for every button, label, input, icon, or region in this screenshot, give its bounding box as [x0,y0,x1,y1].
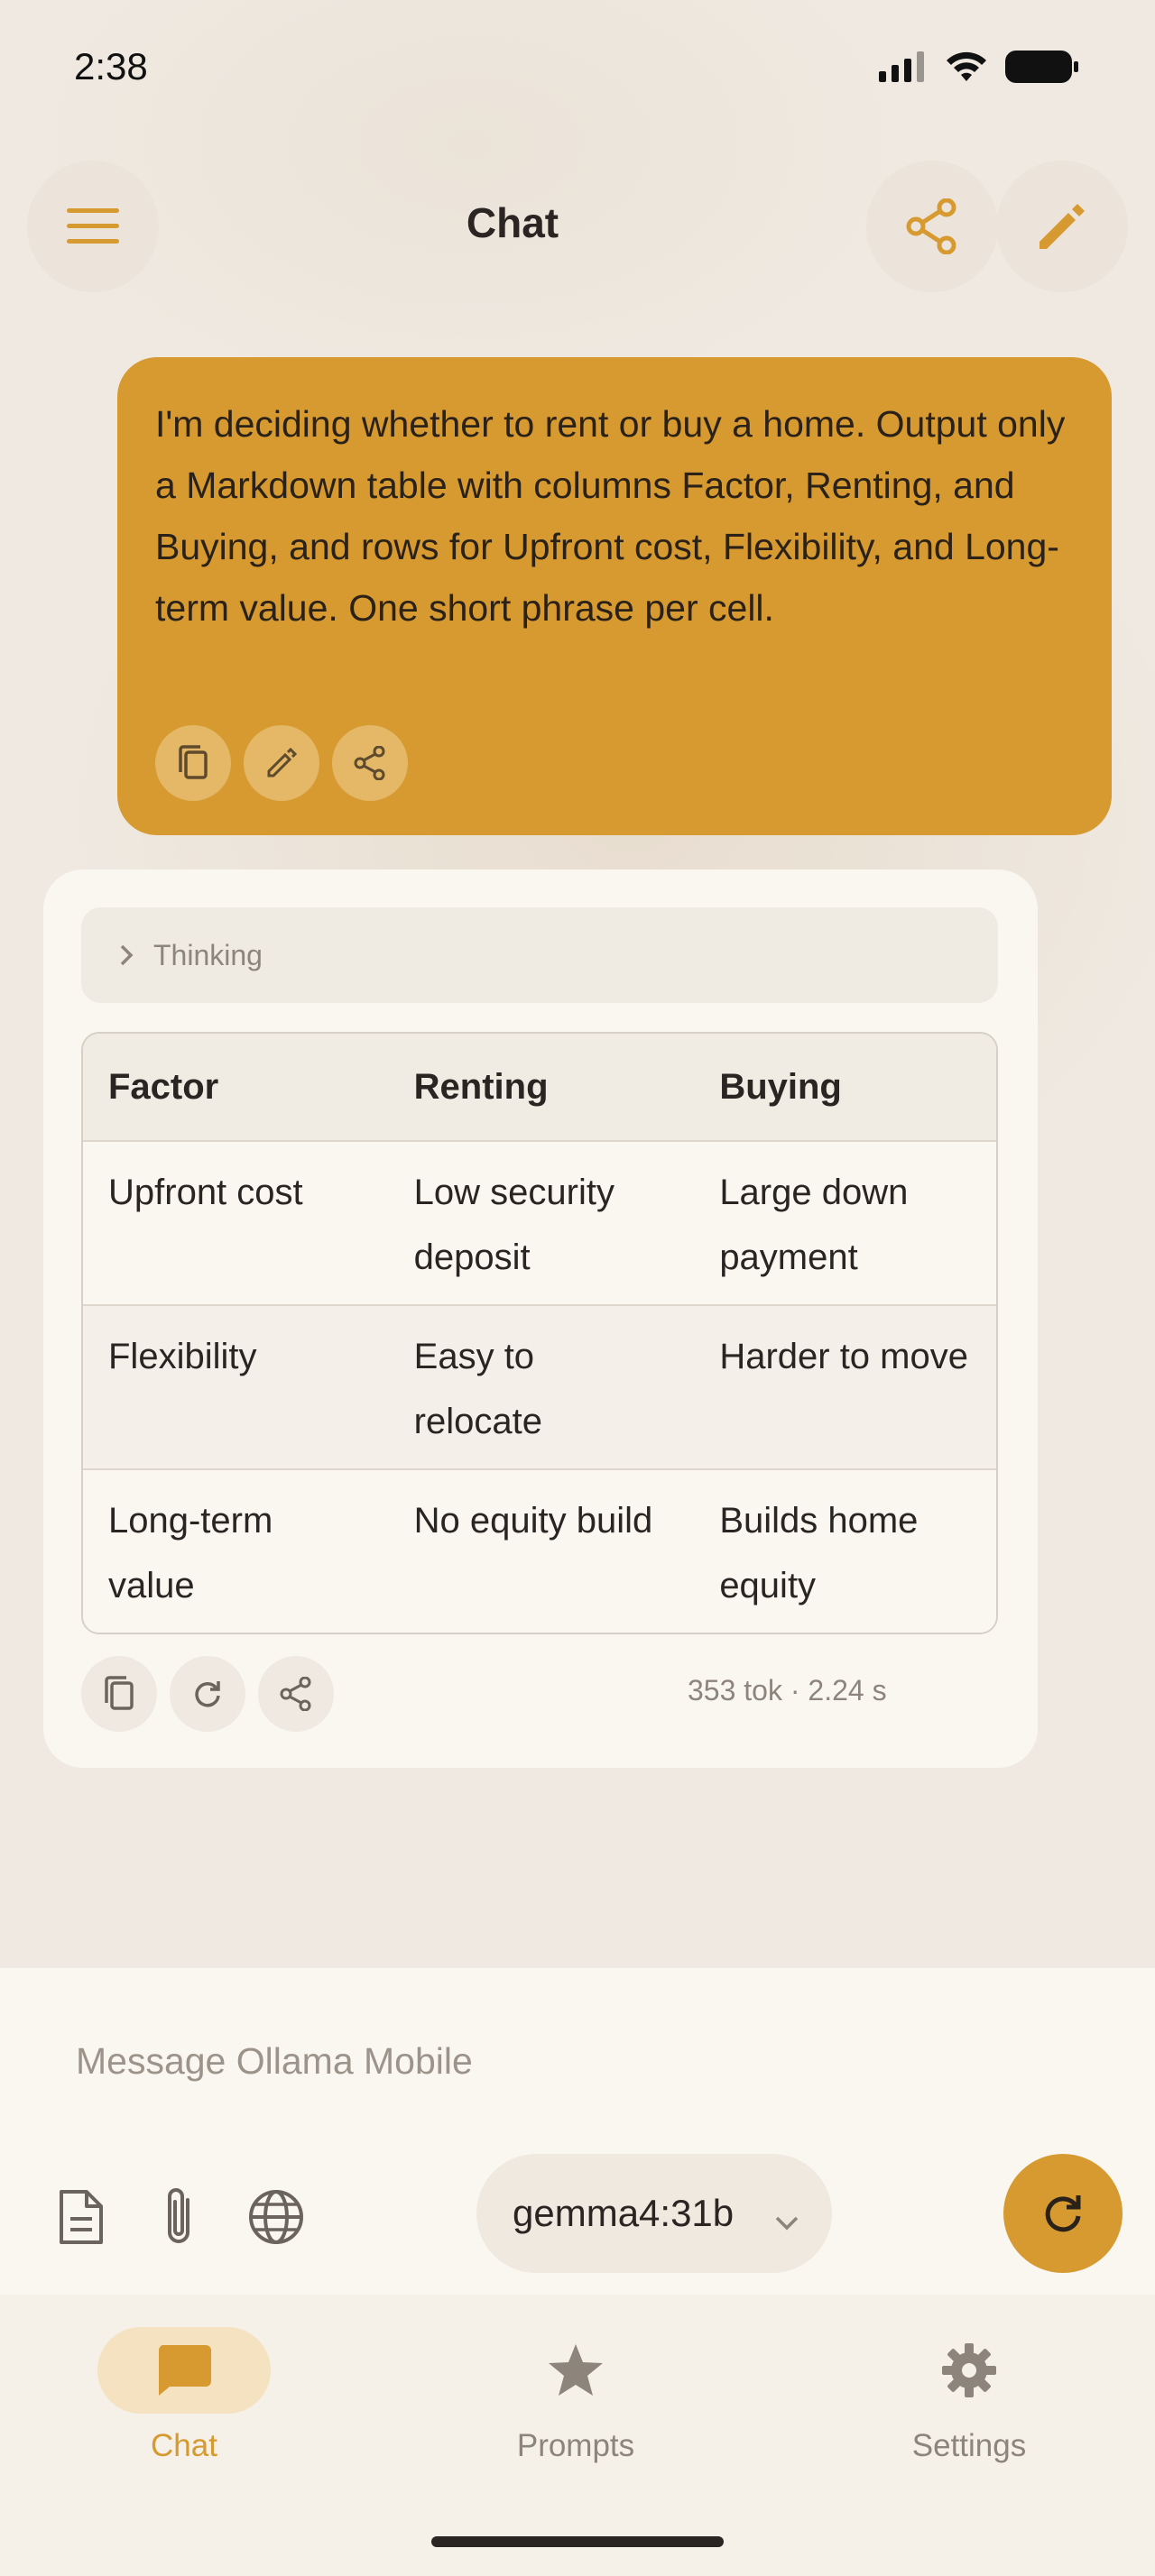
document-icon [60,2190,103,2244]
share-icon [354,746,385,780]
globe-icon [249,2190,303,2244]
model-name: gemma4:31b [513,2192,735,2234]
table-cell: Large down payment [719,1173,909,1277]
bottom-navigation: Chat Prompts Settings [0,2295,1155,2576]
share-icon [280,1677,311,1711]
nav-item-chat[interactable]: Chat [58,2327,310,2464]
user-message-actions [155,725,408,801]
edit-message-button[interactable] [244,725,319,801]
table-cell: Builds home equity [719,1501,919,1605]
table-header-row: Factor Renting Buying [83,1034,996,1140]
battery-icon [1005,51,1078,83]
star-icon [549,2344,603,2396]
chat-bubble-icon [158,2345,211,2396]
nav-item-prompts[interactable]: Prompts [449,2327,702,2464]
table-row: Long-term value No equity build Builds h… [83,1468,996,1633]
share-response-button[interactable] [258,1656,334,1732]
model-selector[interactable]: gemma4:31b [476,2154,832,2273]
thinking-label: Thinking [153,938,263,971]
table-cell: No equity build [413,1501,653,1541]
send-button[interactable] [1003,2154,1123,2273]
nav-item-settings-pill [882,2327,1056,2414]
copy-response-button[interactable] [81,1656,157,1732]
assistant-message-card: Thinking Factor Renting Buying Upfront c… [43,869,1038,1768]
markdown-table: Factor Renting Buying Upfront cost Low s… [81,1032,998,1634]
table-header-cell: Factor [108,1067,219,1107]
table-cell: Low security deposit [413,1173,614,1277]
nav-label: Chat [151,2428,217,2463]
refresh-icon [195,1681,220,1707]
chevron-right-icon [119,943,134,967]
table-row: Flexibility Easy to relocate Harder to m… [83,1304,996,1468]
chevron-down-icon [774,2197,799,2240]
user-message-bubble: I'm deciding whether to rent or buy a ho… [117,357,1112,835]
message-input[interactable] [76,2040,978,2083]
copy-icon [105,1676,134,1710]
table-cell: Flexibility [108,1337,257,1376]
status-icons [879,51,1079,83]
cellular-signal-icon [879,51,924,82]
refresh-icon [1045,2195,1081,2232]
thinking-toggle[interactable]: Thinking [81,907,998,1003]
home-indicator [431,2536,724,2547]
table-cell: Long-term value [108,1501,273,1605]
table-header-cell: Renting [413,1067,549,1107]
web-search-button[interactable] [240,2181,312,2253]
wifi-icon [947,51,986,81]
copy-icon [179,745,208,779]
status-bar: 2:38 [0,0,1155,135]
attach-file-button[interactable] [143,2181,215,2253]
share-message-button[interactable] [332,725,408,801]
pencil-icon [1040,204,1085,249]
assistant-message-actions [81,1656,334,1732]
nav-item-prompts-pill [489,2327,662,2414]
response-stats: 353 tok · 2.24 s [688,1674,887,1707]
pencil-icon [267,748,297,777]
gear-icon [942,2343,996,2397]
table-row: Upfront cost Low security deposit Large … [83,1140,996,1304]
copy-message-button[interactable] [155,725,231,801]
nav-item-chat-pill [97,2327,271,2414]
status-time: 2:38 [74,45,148,87]
share-chat-button[interactable] [866,161,998,292]
table-header-cell: Buying [719,1067,842,1107]
paperclip-icon [168,2188,189,2243]
table-cell: Harder to move [719,1337,968,1376]
nav-label: Prompts [516,2428,635,2463]
table-cell: Upfront cost [108,1173,303,1212]
nav-item-settings[interactable]: Settings [843,2327,1095,2464]
nav-label: Settings [911,2428,1027,2463]
table-cell: Easy to relocate [413,1337,542,1441]
new-chat-button[interactable] [996,161,1128,292]
user-message-text: I'm deciding whether to rent or buy a ho… [155,403,1066,629]
attach-document-button[interactable] [45,2181,117,2253]
message-composer: gemma4:31b [0,1968,1155,2295]
share-icon [906,198,956,254]
regenerate-button[interactable] [170,1656,245,1732]
